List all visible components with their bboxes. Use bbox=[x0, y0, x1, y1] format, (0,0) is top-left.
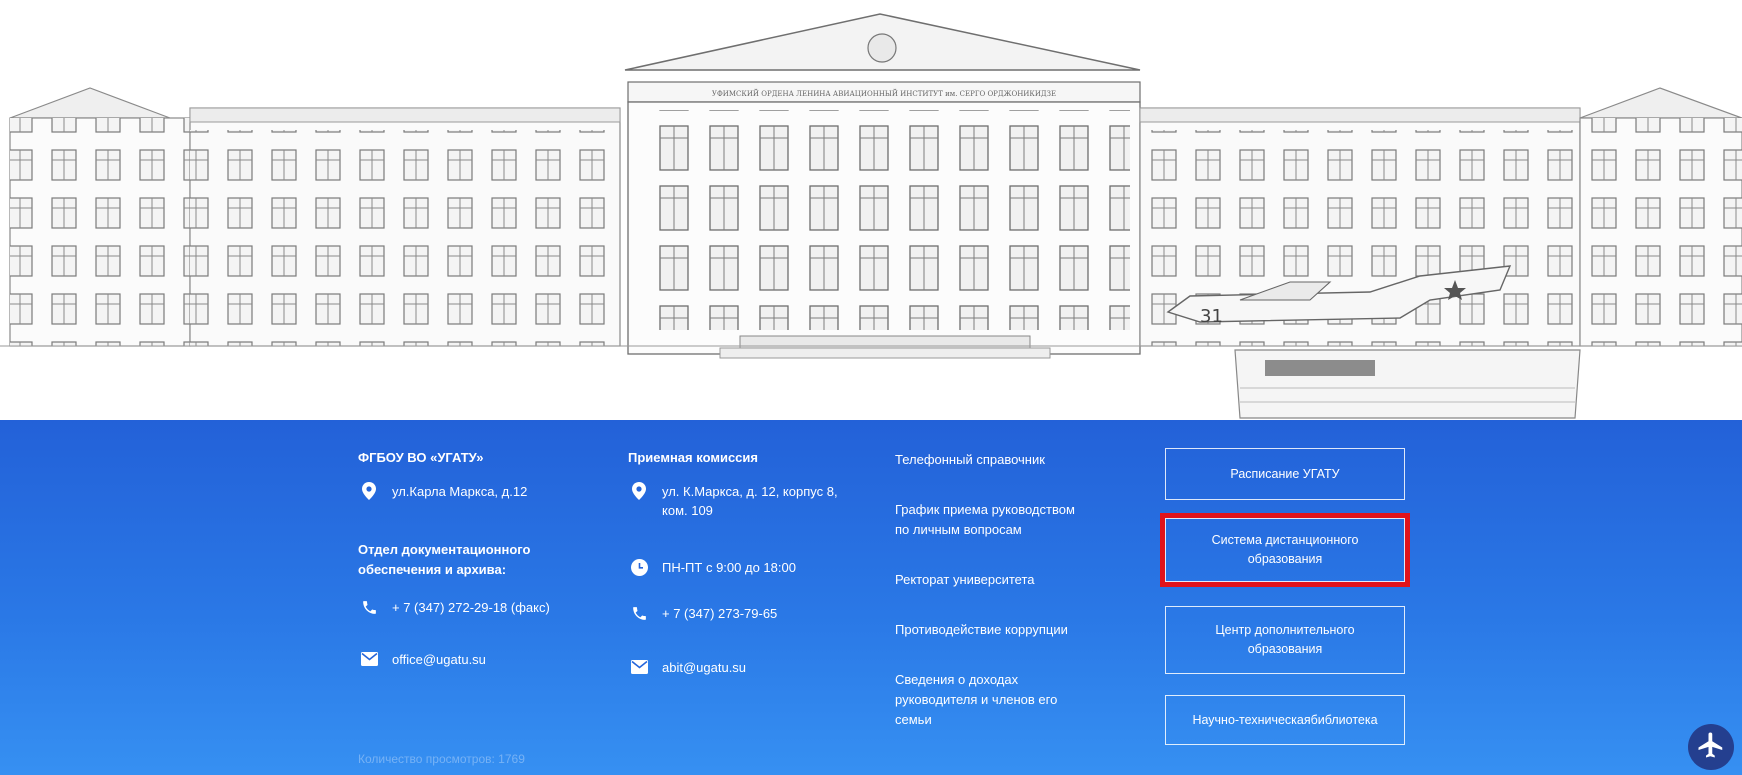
plane-number: 31 bbox=[1200, 306, 1223, 327]
dept-title: Отдел документационного обеспечения и ар… bbox=[358, 540, 530, 580]
library-button[interactable]: Научно-техническаябиблиотека bbox=[1165, 695, 1405, 745]
org-address-text: ул.Карла Маркса, д.12 bbox=[392, 484, 528, 499]
link-income-info-line1[interactable]: Сведения о доходах bbox=[895, 670, 1057, 690]
admission-address-line1: ул. К.Маркса, д. 12, корпус 8, bbox=[662, 484, 838, 499]
link-reception-schedule-line1[interactable]: График приема руководством bbox=[895, 500, 1075, 520]
schedule-button[interactable]: Расписание УГАТУ bbox=[1165, 448, 1405, 500]
admission-email[interactable]: abit@ugatu.su bbox=[630, 658, 746, 677]
hero-building-illustration: УФИМСКИЙ ОРДЕНА ЛЕНИНА АВИАЦИОННЫЙ ИНСТИ… bbox=[0, 0, 1742, 420]
link-reception-schedule-line2[interactable]: по личным вопросам bbox=[895, 520, 1075, 540]
distance-learning-button-line2: образования bbox=[1247, 552, 1323, 566]
admission-phone[interactable]: + 7 (347) 273-79-65 bbox=[630, 604, 777, 623]
distance-learning-button-line1: Система дистанционного bbox=[1211, 533, 1359, 547]
continuing-education-button-line2: образования bbox=[1247, 642, 1323, 656]
link-income-info-line2[interactable]: руководителя и членов его bbox=[895, 690, 1057, 710]
building-drawing: УФИМСКИЙ ОРДЕНА ЛЕНИНА АВИАЦИОННЫЙ ИНСТИ… bbox=[0, 13, 1742, 419]
continuing-education-button[interactable]: Центр дополнительного образования bbox=[1165, 606, 1405, 674]
email-icon bbox=[360, 650, 378, 668]
org-email[interactable]: office@ugatu.su bbox=[360, 650, 486, 669]
admission-address-line2: ком. 109 bbox=[662, 503, 713, 518]
library-button-label: Научно-техническаябиблиотека bbox=[1192, 712, 1378, 727]
org-address: ул.Карла Маркса, д.12 bbox=[360, 482, 527, 501]
site-footer: ФГБОУ ВО «УГАТУ» ул.Карла Маркса, д.12 О… bbox=[0, 420, 1742, 775]
location-pin-icon bbox=[360, 482, 378, 500]
admission-address: ул. К.Маркса, д. 12, корпус 8, ком. 109 bbox=[630, 482, 838, 520]
org-phone[interactable]: + 7 (347) 272-29-18 (факс) bbox=[360, 598, 550, 617]
link-anti-corruption[interactable]: Противодействие коррупции bbox=[895, 620, 1068, 640]
org-email-text[interactable]: office@ugatu.su bbox=[392, 650, 486, 669]
view-counter: Количество просмотров: 1769 bbox=[358, 752, 525, 766]
phone-icon bbox=[630, 604, 648, 622]
admission-phone-text[interactable]: + 7 (347) 273-79-65 bbox=[662, 604, 777, 623]
admission-title: Приемная комиссия bbox=[628, 450, 758, 465]
dept-title-line1: Отдел документационного bbox=[358, 542, 531, 557]
email-icon bbox=[630, 658, 648, 676]
link-rectorate[interactable]: Ректорат университета bbox=[895, 570, 1035, 590]
distance-learning-button[interactable]: Система дистанционного образования bbox=[1160, 513, 1410, 587]
continuing-education-button-line1: Центр дополнительного bbox=[1215, 623, 1355, 637]
location-pin-icon bbox=[630, 482, 648, 500]
link-income-info[interactable]: Сведения о доходах руководителя и членов… bbox=[895, 670, 1057, 730]
admission-hours-text: ПН-ПТ с 9:00 до 18:00 bbox=[662, 560, 796, 575]
clock-icon bbox=[630, 558, 648, 576]
admission-hours: ПН-ПТ с 9:00 до 18:00 bbox=[630, 558, 796, 577]
org-title: ФГБОУ ВО «УГАТУ» bbox=[358, 450, 484, 465]
org-phone-text[interactable]: + 7 (347) 272-29-18 (факс) bbox=[392, 598, 550, 617]
schedule-button-label: Расписание УГАТУ bbox=[1230, 466, 1340, 481]
phone-icon bbox=[360, 598, 378, 616]
admission-email-text[interactable]: abit@ugatu.su bbox=[662, 658, 746, 677]
facade-inscription: УФИМСКИЙ ОРДЕНА ЛЕНИНА АВИАЦИОННЫЙ ИНСТИ… bbox=[712, 89, 1056, 98]
airplane-icon bbox=[1696, 730, 1726, 765]
link-phone-directory[interactable]: Телефонный справочник bbox=[895, 450, 1045, 470]
link-reception-schedule[interactable]: График приема руководством по личным воп… bbox=[895, 500, 1075, 540]
dept-title-line2: обеспечения и архива: bbox=[358, 562, 507, 577]
airplane-button[interactable] bbox=[1688, 724, 1734, 770]
link-income-info-line3[interactable]: семьи bbox=[895, 710, 1057, 730]
